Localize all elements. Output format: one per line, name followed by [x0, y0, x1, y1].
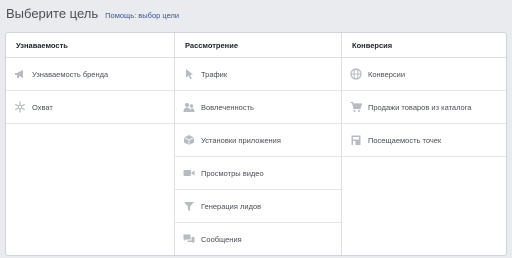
objective-traffic[interactable]: Трафик: [175, 58, 342, 91]
objective-brand-awareness[interactable]: Узнаваемость бренда: [6, 58, 174, 91]
column-heading-conversion: Конверсия: [342, 33, 506, 58]
objective-label: Трафик: [201, 69, 228, 79]
objective-messages[interactable]: Сообщения: [175, 223, 342, 255]
megaphone-icon: [14, 68, 26, 80]
column-conversion: Конверсия Конверсии Продажи товаров из к…: [341, 33, 506, 255]
objective-label: Сообщения: [201, 234, 242, 244]
objective-label: Посещаемость точек: [368, 135, 442, 145]
objective-label: Установки приложения: [201, 135, 281, 145]
column-heading-consideration: Рассмотрение: [175, 33, 342, 58]
store-icon: [350, 134, 362, 146]
globe-icon: [350, 68, 362, 80]
cart-icon: [350, 101, 362, 113]
page-title: Выберите цель: [6, 6, 99, 21]
column-heading-awareness: Узнаваемость: [6, 33, 174, 58]
objective-reach[interactable]: Охват: [6, 91, 174, 124]
column-consideration: Рассмотрение Трафик Вовлеченность Устано…: [174, 33, 342, 255]
objective-lead-generation[interactable]: Генерация лидов: [175, 190, 342, 223]
column-awareness: Узнаваемость Узнаваемость бренда Охват: [6, 33, 174, 255]
objective-video-views[interactable]: Просмотры видео: [175, 157, 342, 190]
page-header: Выберите цель Помощь: выбор цели: [6, 6, 179, 24]
objective-engagement[interactable]: Вовлеченность: [175, 91, 342, 124]
funnel-icon: [183, 200, 195, 212]
objective-label: Узнаваемость бренда: [32, 69, 109, 79]
objective-label: Генерация лидов: [201, 201, 262, 211]
video-camera-icon: [183, 167, 195, 179]
objective-panel: Узнаваемость Узнаваемость бренда Охват Р…: [5, 32, 507, 256]
objective-label: Продажи товаров из каталога: [368, 102, 472, 112]
objective-app-installs[interactable]: Установки приложения: [175, 124, 342, 157]
objective-label: Конверсии: [368, 69, 406, 79]
objective-conversions[interactable]: Конверсии: [342, 58, 506, 91]
objective-label: Охват: [32, 102, 53, 112]
cube-icon: [183, 134, 195, 146]
snowflake-icon: [14, 101, 26, 113]
objective-label: Вовлеченность: [201, 102, 254, 112]
objective-store-visits[interactable]: Посещаемость точек: [342, 124, 506, 157]
people-icon: [183, 101, 195, 113]
objective-catalog-sales[interactable]: Продажи товаров из каталога: [342, 91, 506, 124]
cursor-icon: [183, 68, 195, 80]
objective-label: Просмотры видео: [201, 168, 264, 178]
chat-bubbles-icon: [183, 233, 195, 245]
help-link[interactable]: Помощь: выбор цели: [105, 11, 179, 20]
